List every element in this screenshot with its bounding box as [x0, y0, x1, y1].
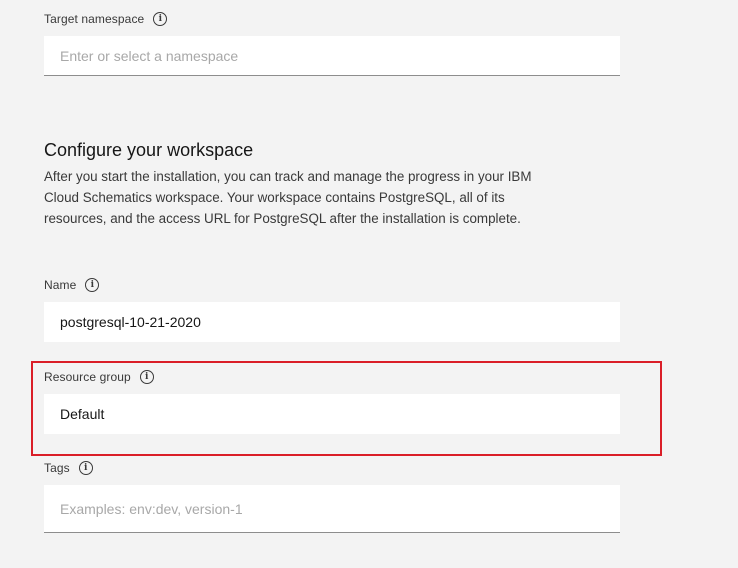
resource-group-value: Default [60, 406, 105, 422]
info-icon[interactable]: i [153, 12, 168, 26]
resource-group-label: Resource group [44, 370, 131, 384]
info-icon[interactable]: i [78, 461, 93, 475]
section-title: Configure your workspace [44, 140, 254, 160]
name-label-row: Name i [44, 278, 100, 292]
target-namespace-input[interactable] [44, 36, 620, 76]
info-icon[interactable]: i [139, 370, 154, 384]
name-input[interactable] [44, 302, 620, 342]
tags-label: Tags [44, 461, 70, 475]
page: Target namespace i Configure your worksp… [0, 0, 738, 568]
info-icon[interactable]: i [85, 278, 100, 292]
resource-group-select[interactable]: Default [44, 394, 620, 434]
tags-input[interactable] [44, 485, 620, 533]
resource-group-label-row: Resource group i [44, 370, 154, 384]
name-label: Name [44, 278, 77, 292]
section-description: After you start the installation, you ca… [44, 169, 532, 226]
tags-label-row: Tags i [44, 461, 93, 475]
target-namespace-label-row: Target namespace i [44, 12, 168, 26]
target-namespace-label: Target namespace [44, 12, 145, 26]
